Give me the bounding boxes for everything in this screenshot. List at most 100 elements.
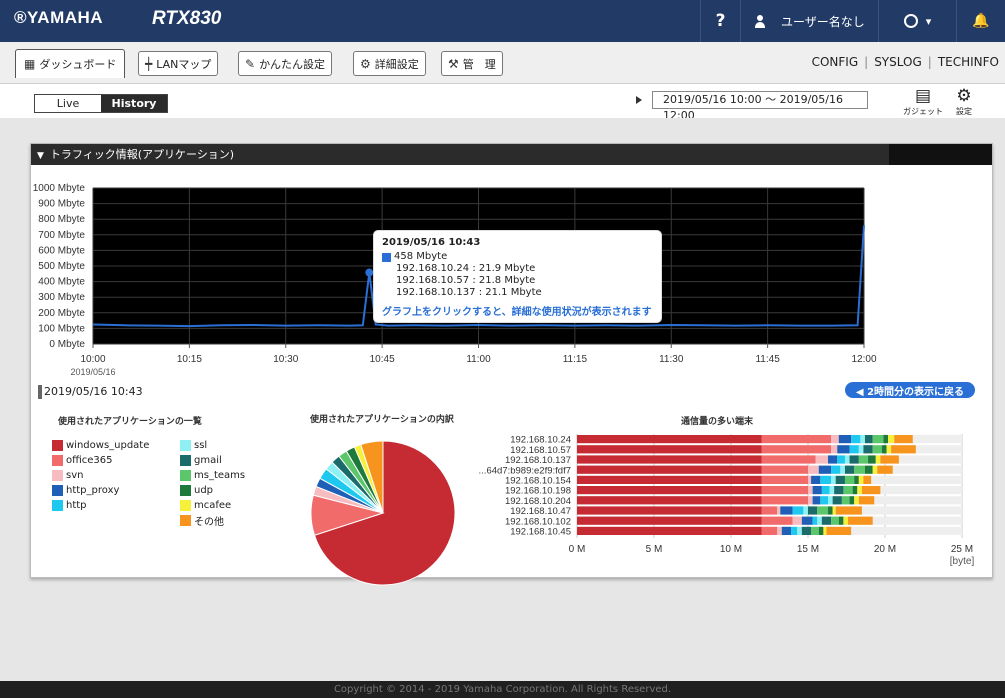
bar-segment-その他 bbox=[880, 455, 899, 464]
legend-swatch bbox=[52, 485, 63, 496]
bar-segment-その他 bbox=[835, 506, 862, 515]
x-tick-label: 10:30 bbox=[273, 354, 298, 365]
bar-segment-ssl bbox=[828, 496, 833, 505]
bar-segment-http_proxy bbox=[812, 486, 822, 495]
bar-segment-windows_update bbox=[577, 486, 762, 495]
bar-segment-ssl bbox=[797, 526, 802, 535]
bar-segment-http_proxy bbox=[818, 465, 832, 474]
bar-segment-svn bbox=[792, 516, 802, 525]
bar-segment-http_proxy bbox=[811, 475, 821, 484]
x-tick-label: 11:15 bbox=[563, 354, 588, 365]
bar-segment-gmail bbox=[834, 486, 844, 495]
top-hosts-bar-chart[interactable]: 0 M5 M 10 M 15 M 20 M 25 M[byte]192.168.10.2… bbox=[470, 430, 980, 580]
tooltip-row: 192.168.10.57 : 21.8 Mbyte bbox=[396, 275, 536, 286]
bar-segment-svn bbox=[777, 506, 781, 515]
bar-segment-http_proxy bbox=[828, 455, 838, 464]
bar-segment-gmail bbox=[801, 526, 812, 535]
bar-segment-その他 bbox=[858, 496, 875, 505]
legend-item: svn bbox=[52, 469, 83, 482]
bar-segment-udp bbox=[868, 455, 876, 464]
y-tick-label: 800 Mbyte bbox=[38, 214, 85, 225]
x-tick-label: 11:30 bbox=[659, 354, 684, 365]
bar-segment-その他 bbox=[877, 465, 893, 474]
host-label: 192.168.10.45 bbox=[510, 527, 571, 538]
series-swatch bbox=[382, 252, 391, 262]
bar-segment-office365 bbox=[761, 435, 832, 444]
bar-segment-gmail bbox=[832, 496, 842, 505]
tooltip-title: 2019/05/16 10:43 bbox=[382, 237, 481, 248]
bar-segment-udp bbox=[838, 516, 844, 525]
app-pie-chart[interactable] bbox=[308, 438, 458, 588]
bar-segment-その他 bbox=[861, 486, 881, 495]
bar-segment-windows_update bbox=[577, 475, 762, 484]
legend-label: udp bbox=[194, 485, 214, 496]
bar-segment-http bbox=[791, 526, 798, 535]
bar-segment-gmail bbox=[821, 516, 832, 525]
bar-x-tick-label: 15 M bbox=[797, 544, 819, 555]
x-tick-label: 10:15 bbox=[177, 354, 202, 365]
bar-segment-その他 bbox=[826, 526, 852, 535]
bar-segment-ms_teams bbox=[872, 445, 882, 454]
bar-x-tick-label: 25 M bbox=[951, 544, 973, 555]
legend-swatch bbox=[52, 455, 63, 466]
y-tick-label: 400 Mbyte bbox=[38, 277, 85, 288]
legend-label: svn bbox=[66, 470, 84, 481]
bar-segment-svn bbox=[808, 475, 812, 484]
legend-label: http_proxy bbox=[66, 485, 120, 496]
legend-swatch bbox=[52, 500, 63, 511]
bar-segment-office365 bbox=[761, 496, 808, 505]
bar-segment-office365 bbox=[761, 465, 808, 474]
bar-segment-http bbox=[851, 435, 861, 444]
bar-segment-svn bbox=[808, 496, 813, 505]
legend-label: ssl bbox=[194, 440, 208, 451]
tooltip-row: 192.168.10.137 : 21.1 Mbyte bbox=[396, 287, 542, 298]
legend-swatch bbox=[52, 470, 63, 481]
bar-segment-udp bbox=[828, 506, 833, 515]
bar-segment-mcafee bbox=[854, 496, 859, 505]
traffic-chart[interactable]: 1000 Mbyte 900 Mbyte 800 Mbyte 700 Mbyte 600… bbox=[0, 0, 1005, 698]
legend-item: gmail bbox=[180, 454, 222, 467]
bar-segment-windows_update bbox=[577, 455, 762, 464]
bar-segment-その他 bbox=[891, 445, 916, 454]
legend-label: ms_teams bbox=[194, 470, 246, 481]
bar-segment-ssl bbox=[840, 465, 845, 474]
bar-segment-ms_teams bbox=[858, 455, 869, 464]
bar-segment-gmail bbox=[835, 475, 845, 484]
bar-segment-windows_update bbox=[577, 496, 762, 505]
legend-swatch bbox=[180, 485, 191, 496]
bar-segment-その他 bbox=[863, 475, 872, 484]
bar-segment-svn bbox=[808, 486, 813, 495]
bar-segment-http bbox=[831, 465, 841, 474]
bar-segment-http bbox=[792, 506, 804, 515]
app-breakdown-title: 使用されたアプリケーションの内訳 bbox=[310, 415, 454, 425]
y-tick-label: 600 Mbyte bbox=[38, 245, 85, 256]
legend-item: http bbox=[52, 499, 87, 512]
tooltip-total: 458 Mbyte bbox=[394, 251, 448, 262]
back-to-2h-button[interactable]: ◀ 2時間分の表示に戻る bbox=[845, 382, 975, 398]
bar-segment-http_proxy bbox=[781, 526, 792, 535]
tooltip-row: 192.168.10.24 : 21.9 Mbyte bbox=[396, 263, 536, 274]
bar-segment-windows_update bbox=[577, 526, 762, 535]
bar-segment-その他 bbox=[848, 516, 873, 525]
bar-segment-ms_teams bbox=[844, 475, 855, 484]
bar-segment-http bbox=[812, 516, 818, 525]
bar-segment-udp bbox=[883, 435, 889, 444]
legend-swatch bbox=[180, 455, 191, 466]
bar-segment-http_proxy bbox=[837, 445, 850, 454]
bar-segment-http bbox=[821, 486, 830, 495]
bar-segment-ms_teams bbox=[817, 506, 829, 515]
bar-segment-office365 bbox=[761, 455, 816, 464]
y-tick-label: 0 Mbyte bbox=[49, 339, 85, 350]
footer: Copyright © 2014 - 2019 Yamaha Corporati… bbox=[0, 681, 1005, 698]
legend-label: その他 bbox=[194, 517, 224, 528]
bar-segment-windows_update bbox=[577, 465, 762, 474]
bar-segment-ms_teams bbox=[841, 496, 850, 505]
x-tick-label: 11:00 bbox=[466, 354, 491, 365]
y-tick-label: 900 Mbyte bbox=[38, 199, 85, 210]
bar-segment-http bbox=[837, 455, 845, 464]
legend-swatch bbox=[180, 440, 191, 451]
bar-segment-svn bbox=[777, 526, 782, 535]
y-tick-label: 200 Mbyte bbox=[38, 308, 85, 319]
selected-time-label: 2019/05/16 10:43 bbox=[38, 385, 143, 399]
x-tick-label: 10:45 bbox=[370, 354, 395, 365]
